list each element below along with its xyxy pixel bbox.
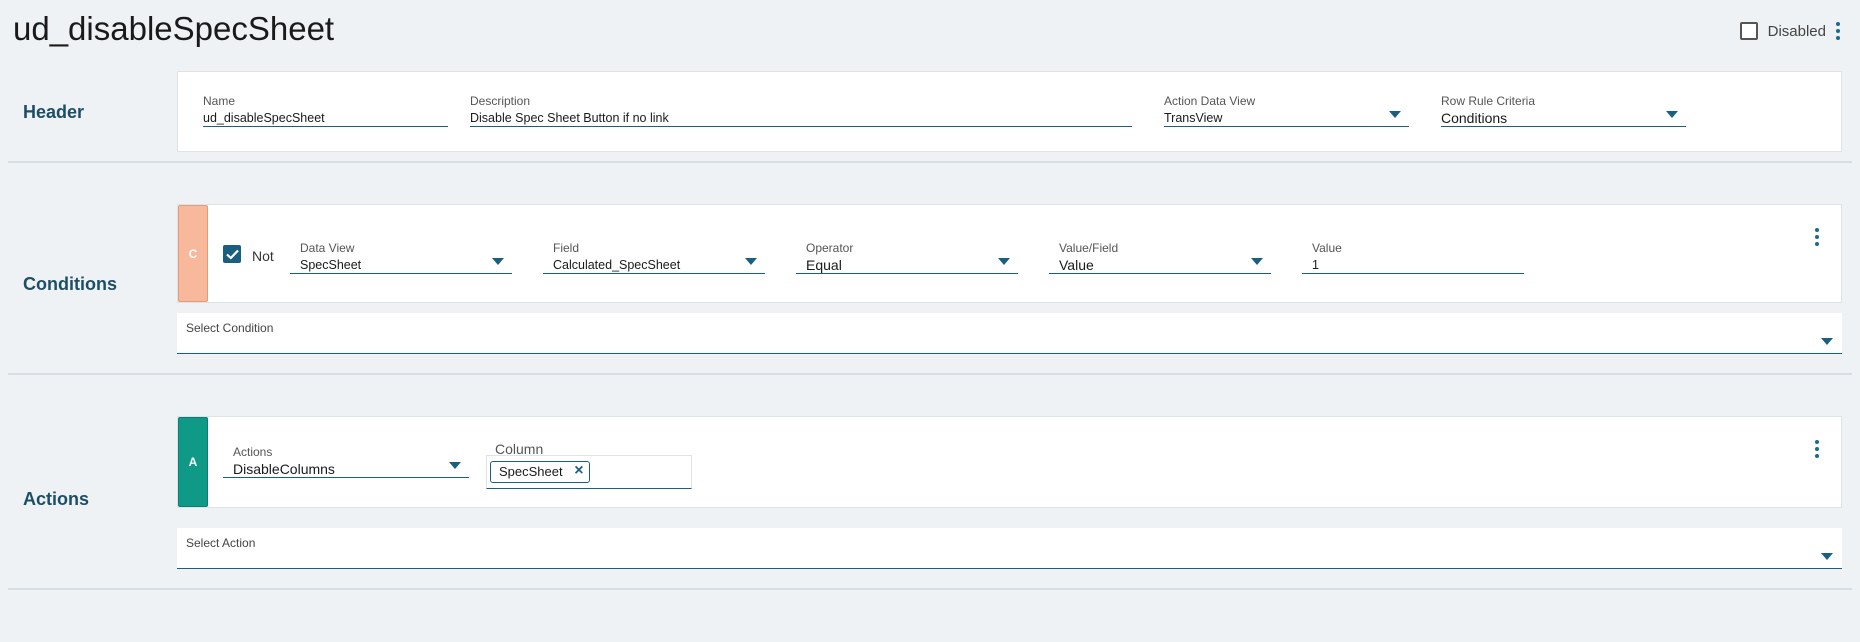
top-right-controls: Disabled (1739, 20, 1844, 42)
chevron-down-icon[interactable] (1389, 111, 1401, 118)
value-input-value[interactable]: 1 (1302, 256, 1524, 274)
action-card: A Actions DisableColumns Column SpecShee… (177, 416, 1842, 508)
select-action-dropdown[interactable]: Select Action (177, 528, 1842, 569)
data-view-label: Data View (300, 241, 355, 255)
chevron-down-icon[interactable] (745, 258, 757, 265)
divider (8, 373, 1852, 375)
check-icon (225, 249, 239, 260)
chevron-down-icon[interactable] (492, 258, 504, 265)
close-icon[interactable]: × (574, 462, 583, 480)
data-view-select[interactable]: Data View SpecSheet (290, 241, 512, 274)
data-view-value: SpecSheet (300, 258, 362, 272)
actions-select[interactable]: Actions DisableColumns (223, 445, 469, 478)
value-input[interactable]: Value 1 (1302, 241, 1524, 274)
field-label: Field (553, 241, 580, 255)
chevron-down-icon[interactable] (998, 258, 1010, 265)
chevron-down-icon[interactable] (449, 462, 461, 469)
field-value: Calculated_SpecSheet (553, 258, 681, 272)
description-field[interactable]: Description Disable Spec Sheet Button if… (470, 94, 1132, 127)
action-data-view-value: TransView (1164, 111, 1223, 125)
header-section-label: Header (23, 102, 85, 122)
not-label: Not (252, 248, 274, 264)
conditions-section-label: Conditions (23, 274, 117, 294)
value-field-label: Value/Field (1059, 241, 1119, 255)
chevron-down-icon[interactable] (1821, 338, 1833, 345)
actions-label: Actions (233, 445, 273, 459)
condition-more-icon[interactable] (1811, 226, 1823, 248)
value-field-select[interactable]: Value/Field Value (1049, 241, 1271, 274)
operator-value: Equal (806, 257, 842, 273)
select-action-label: Select Action (186, 536, 256, 550)
action-data-view-label: Action Data View (1164, 94, 1256, 108)
actions-section-label: Actions (23, 489, 90, 509)
operator-select[interactable]: Operator Equal (796, 241, 1018, 274)
action-badge: A (178, 417, 208, 507)
header-card: Name ud_disableSpecSheet Description Dis… (177, 71, 1842, 152)
row-rule-criteria-select[interactable]: Row Rule Criteria Conditions (1441, 94, 1686, 127)
divider (8, 588, 1852, 590)
row-rule-criteria-label: Row Rule Criteria (1441, 94, 1536, 108)
field-select[interactable]: Field Calculated_SpecSheet (543, 241, 765, 274)
select-condition-label: Select Condition (186, 321, 274, 335)
chevron-down-icon[interactable] (1821, 553, 1833, 560)
name-field-label: Name (203, 94, 236, 108)
name-field[interactable]: Name ud_disableSpecSheet (203, 94, 448, 127)
column-chip: SpecSheet × (490, 461, 590, 483)
action-more-icon[interactable] (1811, 438, 1823, 460)
description-field-value[interactable]: Disable Spec Sheet Button if no link (470, 109, 1132, 127)
chevron-down-icon[interactable] (1251, 258, 1263, 265)
name-field-value[interactable]: ud_disableSpecSheet (203, 109, 448, 127)
value-label: Value (1312, 241, 1342, 255)
column-chip-label: SpecSheet (499, 464, 563, 479)
chevron-down-icon[interactable] (1666, 111, 1678, 118)
operator-label: Operator (806, 241, 854, 255)
actions-value: DisableColumns (233, 461, 335, 477)
description-field-label: Description (470, 94, 531, 108)
more-options-icon[interactable] (1832, 20, 1844, 42)
column-multiselect[interactable]: SpecSheet × (486, 455, 692, 489)
divider (8, 161, 1852, 163)
select-condition-dropdown[interactable]: Select Condition (177, 313, 1842, 354)
disabled-checkbox[interactable] (1739, 22, 1758, 40)
row-rule-criteria-value: Conditions (1441, 110, 1508, 126)
disabled-label: Disabled (1767, 22, 1826, 40)
value-field-value: Value (1059, 257, 1094, 273)
action-data-view-select[interactable]: Action Data View TransView (1164, 94, 1409, 127)
condition-badge: C (178, 205, 208, 302)
page-title: ud_disableSpecSheet (13, 10, 335, 47)
condition-card: C Not Data View SpecSheet Field Calculat… (177, 204, 1842, 303)
not-checkbox[interactable] (223, 245, 241, 263)
